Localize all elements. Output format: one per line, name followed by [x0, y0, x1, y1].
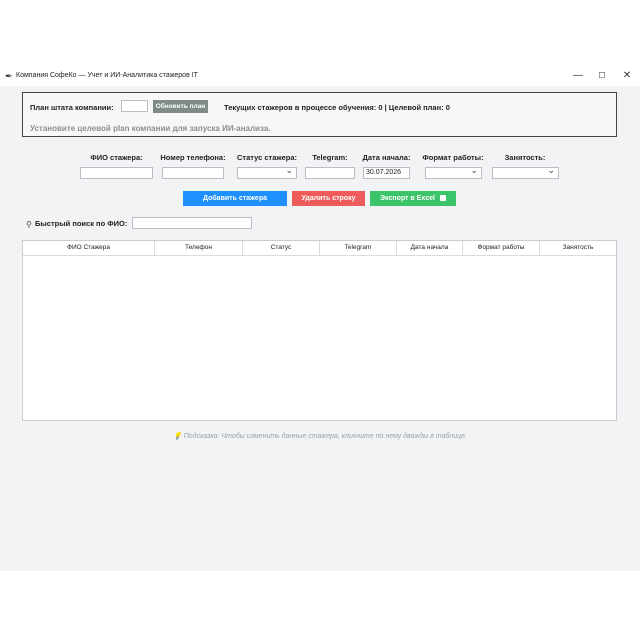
minimize-button[interactable]: —: [571, 70, 585, 82]
phone-label: Номер телефона:: [160, 153, 226, 162]
export-excel-button[interactable]: Экспорт в Excel: [370, 191, 456, 206]
telegram-input[interactable]: [305, 167, 355, 179]
search-input[interactable]: [132, 217, 252, 229]
column-header-start-date[interactable]: Дата начала: [397, 241, 463, 255]
column-header-employment[interactable]: Занятость: [540, 241, 616, 255]
update-plan-button[interactable]: Обновить план: [153, 100, 208, 113]
delete-row-button[interactable]: Удалить строку: [292, 191, 365, 206]
fio-input[interactable]: [80, 167, 153, 179]
column-header-work-format[interactable]: Формат работы: [463, 241, 540, 255]
date-label: Дата начала:: [362, 153, 411, 162]
close-button[interactable]: ✕: [620, 70, 634, 82]
feather-icon: ✒: [5, 71, 13, 81]
table-header-divider: [23, 255, 616, 256]
maximize-button[interactable]: ☐: [595, 70, 609, 82]
tip-text: 💡 Подсказка: Чтобы изменить данные стаже…: [0, 432, 640, 440]
employment-select[interactable]: [492, 165, 559, 179]
interns-table[interactable]: [22, 240, 617, 421]
plan-status-text: Текущих стажеров в процессе обучения: 0 …: [224, 103, 450, 112]
tip-label: Подсказка: Чтобы изменить данные стажера…: [183, 433, 467, 440]
save-icon: [439, 195, 446, 202]
date-input[interactable]: 30.07.2026: [363, 167, 410, 179]
fio-label: ФИО стажера:: [90, 153, 143, 162]
add-intern-button[interactable]: Добавить стажера: [183, 191, 287, 206]
status-select[interactable]: [237, 165, 297, 179]
employment-label: Занятость:: [504, 153, 546, 162]
lightbulb-icon: 💡: [173, 433, 182, 440]
telegram-label: Telegram:: [312, 153, 348, 162]
column-header-fio[interactable]: ФИО Стажера: [23, 241, 155, 255]
phone-input[interactable]: [162, 167, 224, 179]
search-icon: ⚲: [26, 220, 32, 229]
window-title: Компания СофеКо — Учет и ИИ-Аналитика ст…: [16, 72, 198, 79]
column-header-status[interactable]: Статус: [243, 241, 320, 255]
export-label: Экспорт в Excel: [380, 195, 435, 202]
status-label: Статус стажера:: [236, 153, 297, 162]
plan-label: План штата компании:: [30, 103, 114, 112]
plan-hint-text: Установите целевой plan компании для зап…: [30, 124, 271, 133]
format-label: Формат работы:: [422, 153, 484, 162]
search-label: Быстрый поиск по ФИО:: [35, 219, 128, 228]
column-header-telegram[interactable]: Telegram: [320, 241, 397, 255]
column-header-phone[interactable]: Телефон: [155, 241, 243, 255]
format-select[interactable]: [425, 165, 482, 179]
plan-input[interactable]: [121, 100, 148, 112]
